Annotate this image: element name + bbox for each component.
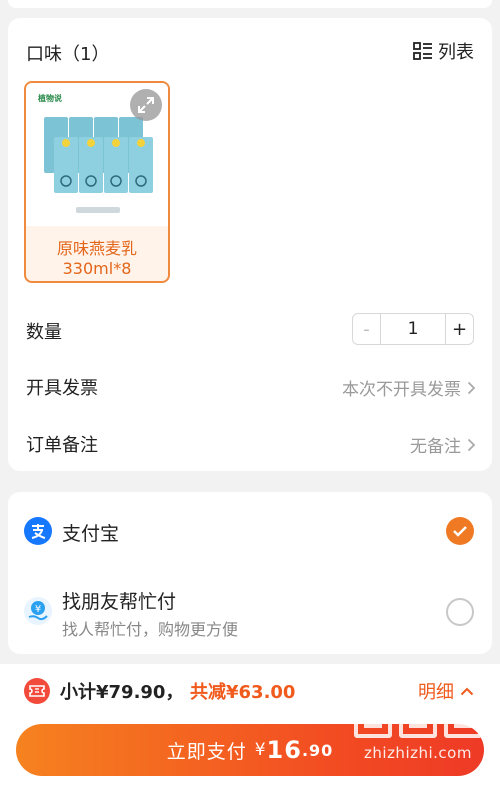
quantity-stepper[interactable]: - 1 +	[352, 313, 474, 345]
invoice-label: 开具发票	[26, 378, 98, 399]
pay-amount-decimal: .90	[301, 740, 334, 760]
remark-label: 订单备注	[26, 435, 98, 456]
quantity-label: 数量	[26, 322, 62, 343]
expand-image-button[interactable]	[130, 89, 162, 121]
price-detail-toggle[interactable]: 明细	[418, 678, 474, 704]
checkmark-icon	[453, 526, 467, 537]
coupon-icon	[24, 678, 50, 704]
alipay-radio-checked[interactable]	[446, 517, 474, 545]
subtotal-text: 小计¥79.90，	[60, 682, 184, 703]
quantity-decrease-button[interactable]: -	[353, 314, 381, 344]
expand-arrows-icon	[138, 97, 154, 113]
friend-pay-icon: ¥	[24, 597, 52, 625]
quantity-increase-button[interactable]: +	[445, 314, 473, 344]
quantity-value[interactable]: 1	[381, 314, 445, 344]
order-card: 口味（1） 列表 植物说 原味燕麦乳 330ml*8 数量 - 1 + 开具发票…	[8, 18, 492, 471]
payment-methods-card: 支付宝 ¥ 找朋友帮忙付 找人帮忙付，购物更方便	[8, 492, 492, 654]
friend-pay-name: 找朋友帮忙付	[62, 591, 177, 613]
chevron-right-icon	[467, 438, 476, 451]
alipay-icon	[24, 517, 52, 545]
flavor-header: 口味（1）	[26, 44, 110, 65]
product-image: 植物说	[26, 83, 168, 226]
chevron-right-icon	[467, 381, 476, 394]
remark-selector[interactable]: 无备注	[410, 432, 476, 457]
pay-amount-currency: ¥	[254, 740, 267, 760]
discount-text: 共减¥63.00	[190, 682, 296, 703]
friend-pay-subtitle: 找人帮忙付，购物更方便	[62, 620, 239, 639]
pay-now-button[interactable]: 立即支付 ¥ 16 .90	[16, 724, 484, 776]
remark-value: 无备注	[410, 437, 461, 457]
detail-label: 明细	[418, 682, 454, 703]
invoice-value: 本次不开具发票	[342, 380, 461, 400]
list-toggle-label: 列表	[438, 42, 474, 63]
brand-logo: 植物说	[38, 94, 62, 103]
product-option-tile[interactable]: 植物说 原味燕麦乳 330ml*8	[24, 81, 170, 283]
pay-amount-integer: 16	[266, 736, 302, 764]
invoice-selector[interactable]: 本次不开具发票	[342, 375, 476, 400]
list-view-toggle[interactable]: 列表	[413, 38, 474, 64]
product-name: 原味燕麦乳	[56, 239, 137, 258]
checkout-bar: 小计¥79.90， 共减¥63.00 明细 立即支付 ¥ 16 .90	[0, 664, 500, 787]
svg-text:¥: ¥	[35, 604, 41, 615]
friend-pay-radio-unchecked[interactable]	[446, 598, 474, 626]
product-spec: 330ml*8	[62, 259, 132, 278]
chevron-up-icon	[460, 687, 474, 695]
list-grid-icon	[413, 42, 432, 60]
alipay-name: 支付宝	[62, 523, 120, 545]
previous-card-edge	[8, 0, 492, 8]
pay-button-label: 立即支付	[166, 740, 247, 763]
